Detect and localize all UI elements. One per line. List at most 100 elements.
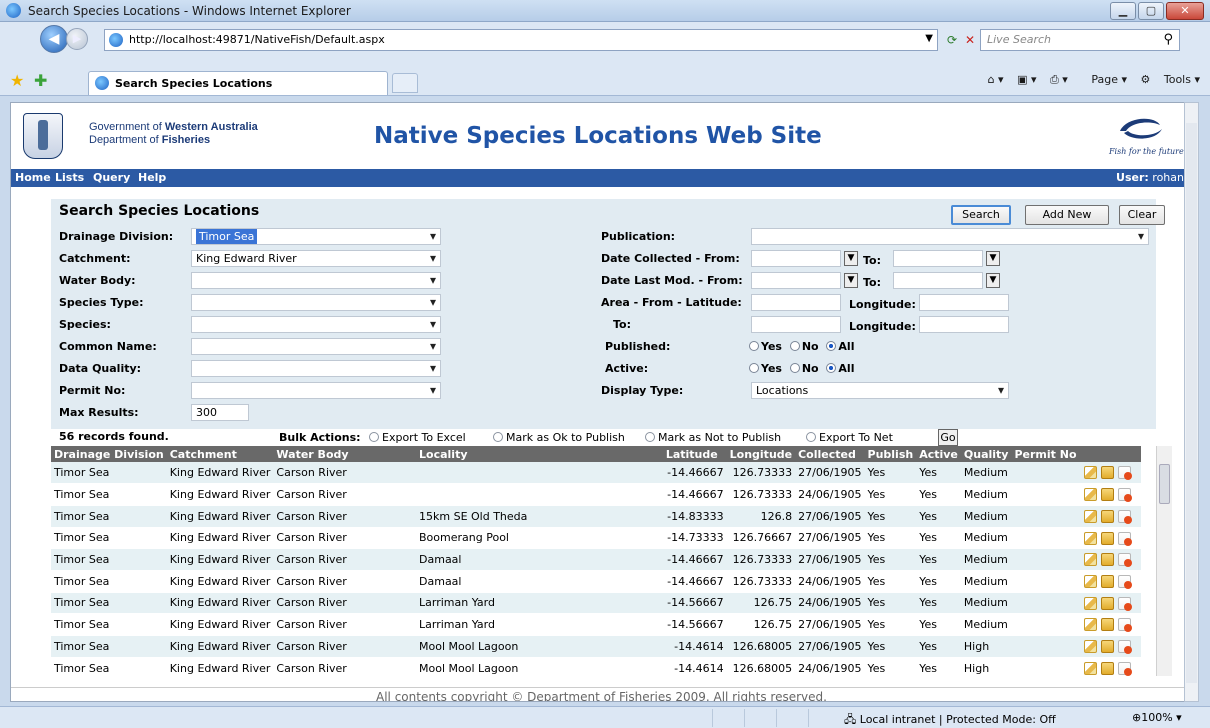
delete-icon[interactable] (1118, 488, 1133, 503)
open-folder-icon[interactable] (1101, 618, 1115, 632)
col-water-body[interactable]: Water Body (273, 446, 417, 462)
edit-icon[interactable] (1084, 661, 1098, 675)
security-zone[interactable]: 🖧 Local intranet | Protected Mode: Off (844, 711, 1056, 728)
date-last-mod-to-picker-icon[interactable]: ▼ (986, 273, 1000, 288)
delete-icon[interactable] (1118, 575, 1133, 590)
open-folder-icon[interactable] (1101, 553, 1115, 567)
export-excel-option[interactable]: Export To Excel (369, 431, 466, 444)
published-all-radio[interactable] (826, 341, 837, 351)
edit-icon[interactable] (1084, 596, 1098, 610)
zoom-level[interactable]: ⊕100% ▾ (1132, 711, 1182, 724)
edit-icon[interactable] (1084, 488, 1098, 502)
date-last-mod-to-input[interactable] (893, 272, 983, 289)
minimize-button[interactable]: ▁ (1110, 2, 1136, 20)
open-folder-icon[interactable] (1101, 531, 1115, 545)
species-select[interactable] (191, 316, 441, 333)
col-latitude[interactable]: Latitude (662, 446, 727, 462)
date-last-mod-from-picker-icon[interactable]: ▼ (844, 273, 858, 288)
delete-icon[interactable] (1118, 596, 1133, 611)
menu-help[interactable]: Help (138, 171, 166, 184)
mark-ok-publish-radio[interactable] (493, 432, 503, 442)
area-to-longitude-input[interactable] (919, 316, 1009, 333)
export-net-radio[interactable] (806, 432, 816, 442)
active-all-radio[interactable] (826, 363, 837, 373)
home-icon[interactable]: ⌂ ▾ (988, 73, 1004, 86)
permit-no-select[interactable] (191, 382, 441, 399)
edit-icon[interactable] (1084, 618, 1098, 632)
new-tab-button[interactable] (392, 73, 418, 93)
open-folder-icon[interactable] (1101, 596, 1115, 610)
open-folder-icon[interactable] (1101, 640, 1115, 654)
catchment-select[interactable]: King Edward River (191, 250, 441, 267)
area-from-longitude-input[interactable] (919, 294, 1009, 311)
mark-not-publish-radio[interactable] (645, 432, 655, 442)
clear-button[interactable]: Clear (1119, 205, 1165, 225)
delete-icon[interactable] (1118, 466, 1133, 481)
page-menu[interactable]: Page ▾ (1081, 73, 1127, 86)
open-folder-icon[interactable] (1101, 466, 1115, 480)
delete-icon[interactable] (1118, 509, 1133, 524)
page-scrollbar[interactable] (1184, 102, 1199, 702)
date-last-mod-from-input[interactable] (751, 272, 841, 289)
col-collected[interactable]: Collected (795, 446, 865, 462)
open-folder-icon[interactable] (1101, 488, 1115, 502)
edit-icon[interactable] (1084, 466, 1098, 480)
add-favorite-icon[interactable]: ✚ (34, 71, 47, 90)
col-publish[interactable]: Publish (864, 446, 917, 462)
max-results-input[interactable]: 300 (191, 404, 249, 421)
published-no-radio[interactable] (789, 341, 800, 351)
export-net-option[interactable]: Export To Net (806, 431, 893, 444)
data-quality-select[interactable] (191, 360, 441, 377)
delete-icon[interactable] (1118, 553, 1133, 568)
maximize-button[interactable]: ▢ (1138, 2, 1164, 20)
col-longitude[interactable]: Longitude (726, 446, 796, 462)
mark-ok-publish-option[interactable]: Mark as Ok to Publish (493, 431, 625, 444)
feeds-icon[interactable]: ▣ ▾ (1017, 73, 1036, 86)
edit-icon[interactable] (1084, 553, 1098, 567)
delete-icon[interactable] (1118, 640, 1133, 655)
col-drainage-division[interactable]: Drainage Division (51, 446, 167, 462)
date-collected-to-picker-icon[interactable]: ▼ (986, 251, 1000, 266)
go-button[interactable]: Go (938, 429, 958, 446)
add-new-button[interactable]: Add New (1025, 205, 1109, 225)
export-excel-radio[interactable] (369, 432, 379, 442)
col-catchment[interactable]: Catchment (166, 446, 274, 462)
edit-icon[interactable] (1084, 509, 1098, 523)
col-permit-no[interactable]: Permit No (1011, 446, 1082, 462)
print-icon[interactable]: ⎙ ▾ (1050, 73, 1068, 86)
address-bar[interactable]: http://localhost:49871/NativeFish/Defaul… (104, 29, 938, 51)
open-folder-icon[interactable] (1101, 509, 1115, 523)
edit-icon[interactable] (1084, 640, 1098, 654)
menu-home[interactable]: Home (15, 171, 51, 184)
date-collected-from-picker-icon[interactable]: ▼ (844, 251, 858, 266)
active-no-radio[interactable] (789, 363, 800, 373)
active-yes-radio[interactable] (749, 363, 759, 373)
delete-icon[interactable] (1118, 531, 1133, 546)
page-scroll-thumb[interactable] (1186, 123, 1197, 683)
address-dropdown-icon[interactable]: ▼ (925, 33, 933, 44)
water-body-select[interactable] (191, 272, 441, 289)
table-scrollbar[interactable] (1156, 446, 1172, 676)
search-button[interactable]: Search (951, 205, 1011, 225)
area-to-latitude-input[interactable] (751, 316, 841, 333)
close-window-button[interactable]: ✕ (1166, 2, 1204, 20)
col-active[interactable]: Active (916, 446, 961, 462)
tools-menu[interactable]: ⚙ Tools ▾ (1141, 73, 1201, 86)
mark-not-publish-option[interactable]: Mark as Not to Publish (645, 431, 781, 444)
published-yes-radio[interactable] (749, 341, 759, 351)
species-type-select[interactable] (191, 294, 441, 311)
table-scroll-thumb[interactable] (1159, 464, 1170, 504)
date-collected-to-input[interactable] (893, 250, 983, 267)
refresh-icon[interactable]: ⟳ (942, 30, 962, 50)
forward-button[interactable]: ▶ (66, 28, 88, 50)
edit-icon[interactable] (1084, 531, 1098, 545)
search-icon[interactable]: ⚲ (1163, 32, 1173, 47)
area-from-latitude-input[interactable] (751, 294, 841, 311)
back-button[interactable]: ◀ (40, 25, 68, 53)
col-locality[interactable]: Locality (416, 446, 663, 462)
edit-icon[interactable] (1084, 575, 1098, 589)
favorites-star-icon[interactable]: ★ (10, 71, 24, 90)
drainage-division-select[interactable]: Timor Sea (191, 228, 441, 245)
tab-search-species[interactable]: Search Species Locations (88, 71, 388, 95)
stop-icon[interactable]: ✕ (960, 30, 980, 50)
